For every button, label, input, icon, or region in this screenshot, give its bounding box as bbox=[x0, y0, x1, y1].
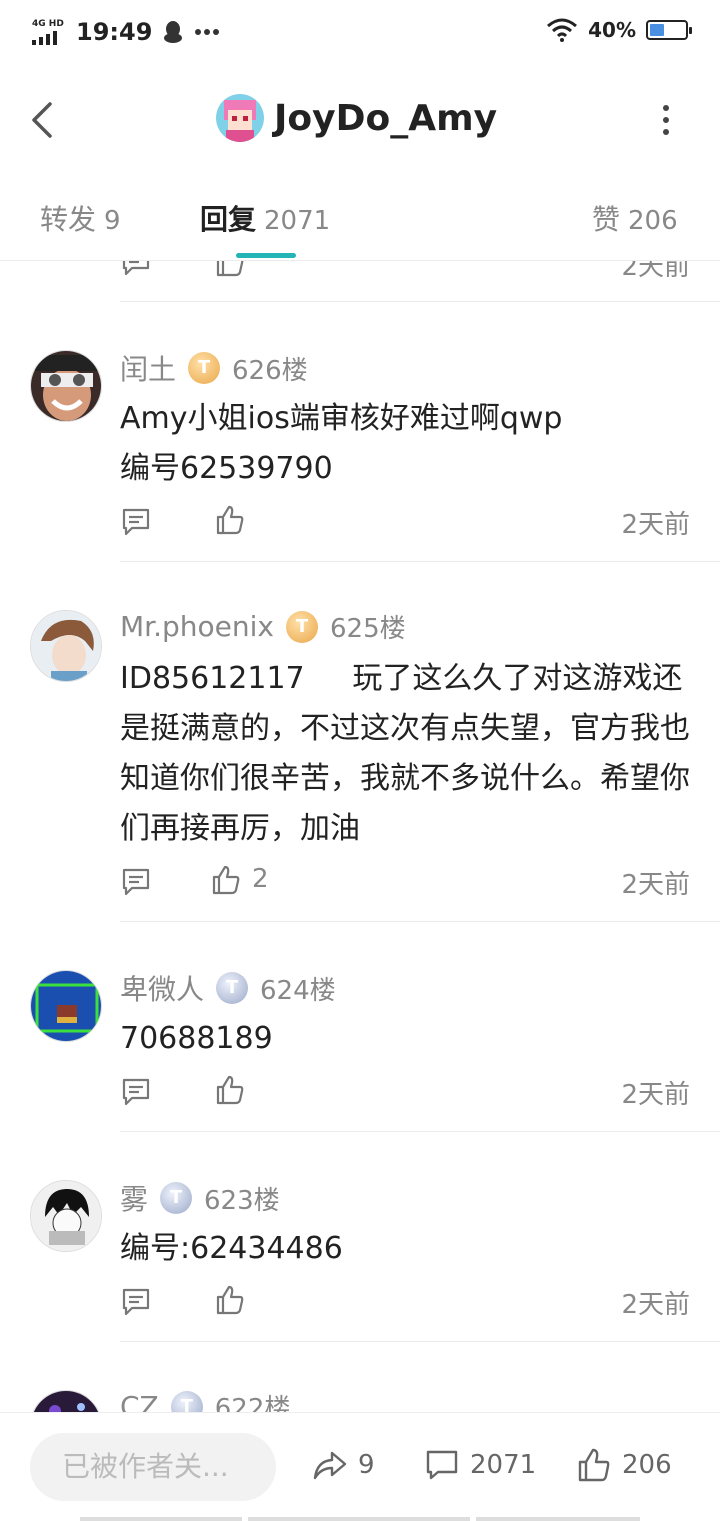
qq-icon bbox=[164, 21, 183, 43]
reply-actions: 2天前 bbox=[120, 502, 690, 542]
username[interactable]: 卑微人 bbox=[120, 968, 204, 1008]
scrollbar-segment bbox=[80, 1517, 242, 1521]
comment-icon[interactable] bbox=[120, 1286, 152, 1318]
like-button[interactable]: 206 bbox=[576, 1447, 672, 1483]
reply-content: Amy小姐ios端审核好难过啊qwp 编号62539790 bbox=[120, 401, 563, 486]
comment-count: 2071 bbox=[470, 1450, 537, 1480]
like-count: 2 bbox=[252, 864, 269, 894]
reply-meta: 闰土 T 626楼 bbox=[120, 348, 308, 388]
wifi-icon bbox=[547, 18, 578, 42]
username[interactable]: Mr.phoenix bbox=[120, 610, 274, 643]
reply-item-624[interactable]: 卑微人 T 624楼 70688189 2天前 bbox=[0, 922, 720, 1132]
title-area[interactable]: JoyDo_Amy bbox=[216, 94, 497, 142]
reply-actions: 2天前 bbox=[120, 1282, 690, 1322]
floor-number: 623楼 bbox=[204, 1185, 280, 1216]
avatar[interactable] bbox=[30, 970, 102, 1042]
reply-time: 2天前 bbox=[621, 1290, 690, 1320]
author-avatar[interactable] bbox=[216, 94, 264, 142]
reply-meta: 雾 T 623楼 bbox=[120, 1178, 280, 1218]
reply-time: 2天前 bbox=[621, 510, 690, 540]
like-icon[interactable] bbox=[210, 864, 242, 896]
floor-number: 626楼 bbox=[232, 355, 308, 386]
comment-icon[interactable] bbox=[120, 866, 152, 898]
like-icon[interactable] bbox=[214, 1074, 246, 1106]
share-icon bbox=[313, 1451, 347, 1480]
chevron-left-icon[interactable] bbox=[28, 100, 58, 140]
username[interactable]: CZ bbox=[120, 1390, 159, 1412]
reply-content: 编号:62434486 bbox=[120, 1231, 343, 1266]
username[interactable]: 闰土 bbox=[120, 348, 176, 388]
level-badge-icon: T bbox=[188, 352, 221, 384]
tab-forward[interactable]: 转发 9 bbox=[40, 198, 121, 238]
signal-bars-icon bbox=[32, 31, 57, 45]
clock: 19:49 bbox=[76, 18, 153, 46]
tab-likes[interactable]: 赞 206 bbox=[592, 198, 678, 238]
scrollbar-segment bbox=[476, 1517, 640, 1521]
avatar[interactable] bbox=[30, 1390, 102, 1412]
like-icon[interactable] bbox=[214, 504, 246, 536]
battery-percent: 40% bbox=[588, 18, 636, 42]
reply-item-622[interactable]: CZ T 622楼 bbox=[0, 1342, 720, 1412]
reply-time: 2天前 bbox=[621, 260, 690, 282]
reply-item-626[interactable]: 闰土 T 626楼 Amy小姐ios端审核好难过啊qwp 编号62539790 … bbox=[0, 302, 720, 562]
reply-list[interactable]: 2天前 闰土 T 626楼 Amy小姐ios端审核好难过啊qwp 编号62539… bbox=[0, 260, 720, 1412]
network-indicator: 4G HD bbox=[32, 17, 66, 47]
status-bar: 4G HD 19:49 40% bbox=[0, 0, 720, 64]
comment-icon bbox=[426, 1450, 458, 1480]
reply-actions: 2 2天前 bbox=[120, 862, 690, 902]
share-count: 9 bbox=[358, 1450, 375, 1480]
page-title: JoyDo_Amy bbox=[274, 97, 498, 139]
reply-time: 2天前 bbox=[621, 1080, 690, 1110]
battery-fill bbox=[650, 24, 664, 36]
scrollbar-segment bbox=[248, 1517, 470, 1521]
tab-replies[interactable]: 回复 2071 bbox=[200, 198, 330, 238]
level-badge-icon: T bbox=[285, 610, 318, 643]
tab-bar: 转发 9 回复 2071 赞 206 bbox=[0, 176, 720, 261]
list-item: 2天前 bbox=[0, 260, 720, 302]
vertical-dots-icon[interactable] bbox=[656, 104, 676, 136]
floor-number: 622楼 bbox=[214, 1394, 291, 1412]
reply-meta: CZ T 622楼 bbox=[120, 1388, 290, 1412]
avatar[interactable] bbox=[30, 350, 102, 422]
like-icon[interactable] bbox=[214, 1284, 246, 1316]
level-badge-icon: T bbox=[170, 1390, 203, 1412]
more-dots-icon bbox=[195, 29, 220, 35]
avatar[interactable] bbox=[30, 610, 102, 682]
bottom-action-bar: 已被作者关... 9 2071 206 bbox=[0, 1412, 720, 1521]
reply-content: 70688189 bbox=[120, 1021, 273, 1056]
battery-icon bbox=[646, 20, 692, 40]
level-badge-icon: T bbox=[216, 972, 249, 1004]
level-badge-icon: T bbox=[160, 1182, 193, 1214]
reply-meta: Mr.phoenix T 625楼 bbox=[120, 608, 406, 645]
like-count: 206 bbox=[622, 1450, 672, 1480]
comment-icon[interactable] bbox=[120, 1076, 152, 1108]
floor-number: 625楼 bbox=[329, 614, 406, 644]
avatar[interactable] bbox=[30, 1180, 102, 1252]
reply-item-625[interactable]: Mr.phoenix T 625楼 ID85612117 玩了这么久了对这游戏还… bbox=[0, 562, 720, 922]
comment-icon[interactable] bbox=[120, 260, 152, 278]
floor-number: 624楼 bbox=[260, 975, 336, 1006]
username[interactable]: 雾 bbox=[120, 1178, 148, 1218]
reply-content: ID85612117 玩了这么久了对这游戏还是挺满意的，不过这次有点失望，官方我… bbox=[120, 661, 690, 846]
reply-input[interactable]: 已被作者关... bbox=[30, 1433, 276, 1501]
reply-item-623[interactable]: 雾 T 623楼 编号:62434486 2天前 bbox=[0, 1132, 720, 1342]
comment-button[interactable]: 2071 bbox=[424, 1447, 536, 1483]
tab-indicator bbox=[236, 253, 296, 258]
like-icon[interactable] bbox=[214, 260, 246, 278]
reply-actions: 2天前 bbox=[120, 1072, 690, 1112]
reply-meta: 卑微人 T 624楼 bbox=[120, 968, 336, 1008]
like-icon bbox=[578, 1448, 610, 1482]
comment-icon[interactable] bbox=[120, 506, 152, 538]
reply-time: 2天前 bbox=[621, 870, 690, 900]
share-button[interactable]: 9 bbox=[312, 1447, 375, 1483]
header: JoyDo_Amy bbox=[0, 64, 720, 177]
